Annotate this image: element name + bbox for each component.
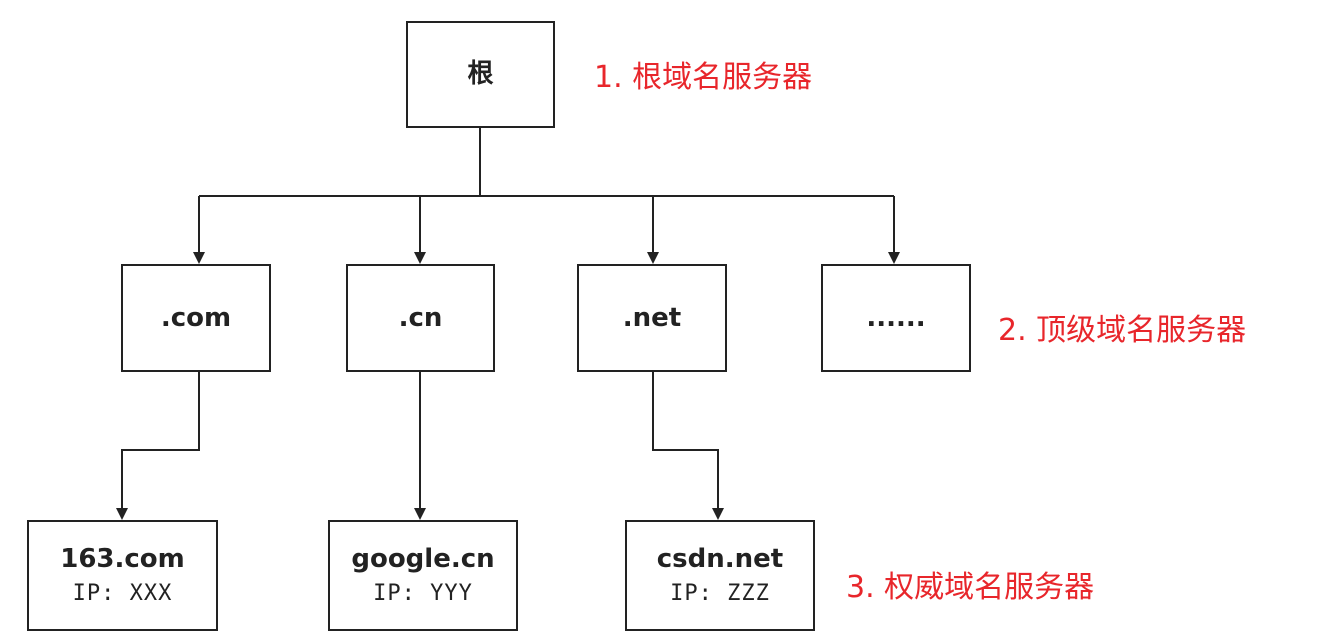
authoritative-title: csdn.net: [656, 543, 784, 574]
tld-title: ......: [866, 302, 926, 333]
authoritative-box-csdn: csdn.net IP: ZZZ: [625, 520, 815, 631]
arrow-net-to-csdn: [652, 372, 724, 520]
tld-title: .net: [622, 302, 682, 333]
tld-title: .cn: [398, 302, 443, 333]
arrow-com-to-163: [116, 372, 200, 520]
authoritative-box-163: 163.com IP: XXX: [27, 520, 218, 631]
authoritative-ip: IP: XXX: [72, 581, 173, 607]
authoritative-title: google.cn: [351, 543, 495, 574]
authoritative-ip: IP: ZZZ: [670, 581, 770, 607]
tld-server-label: 2. 顶级域名服务器: [998, 313, 1247, 348]
tld-box-net: .net: [577, 264, 727, 372]
authoritative-server-label: 3. 权威域名服务器: [846, 570, 1095, 605]
tld-box-more: ......: [821, 264, 971, 372]
root-server-title: 根: [467, 59, 494, 90]
authoritative-title: 163.com: [60, 543, 185, 574]
root-server-label: 1. 根域名服务器: [594, 60, 813, 95]
tld-title: .com: [160, 302, 232, 333]
root-server-box: 根: [406, 21, 555, 128]
tld-box-cn: .cn: [346, 264, 495, 372]
authoritative-box-google: google.cn IP: YYY: [328, 520, 518, 631]
tld-box-com: .com: [121, 264, 271, 372]
authoritative-ip: IP: YYY: [373, 581, 473, 607]
